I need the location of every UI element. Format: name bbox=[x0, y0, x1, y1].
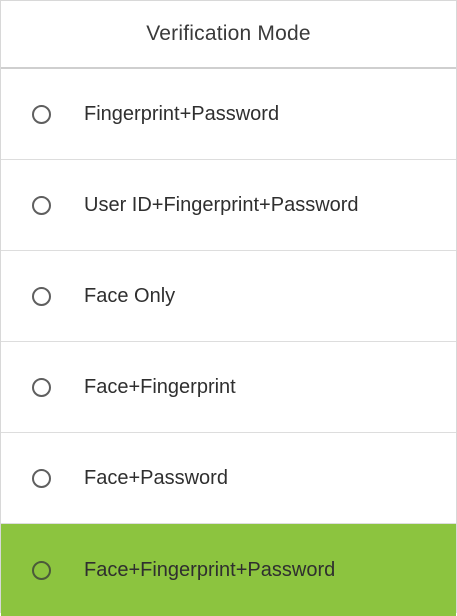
option-label: User ID+Fingerprint+Password bbox=[84, 193, 359, 216]
option-label: Face+Password bbox=[84, 466, 228, 489]
option-user-id-fingerprint-password[interactable]: User ID+Fingerprint+Password bbox=[1, 160, 456, 251]
option-label: Face Only bbox=[84, 284, 176, 307]
radio-circle-icon[interactable] bbox=[32, 468, 51, 488]
option-label: Fingerprint+Password bbox=[84, 102, 280, 125]
page-title: Verification Mode bbox=[146, 22, 311, 45]
option-label: Face+Fingerprint+Password bbox=[84, 558, 336, 581]
option-fingerprint-password[interactable]: Fingerprint+Password bbox=[1, 69, 456, 160]
radio-circle-icon[interactable] bbox=[32, 377, 51, 397]
radio-circle-icon[interactable] bbox=[32, 286, 51, 306]
option-face-fingerprint[interactable]: Face+Fingerprint bbox=[1, 342, 456, 433]
option-face-fingerprint-password[interactable]: Face+Fingerprint+Password bbox=[1, 524, 456, 616]
verification-mode-screen: Verification Mode Fingerprint+Password U… bbox=[0, 0, 457, 616]
option-face-only[interactable]: Face Only bbox=[1, 251, 456, 342]
radio-circle-icon[interactable] bbox=[32, 104, 51, 124]
option-face-password[interactable]: Face+Password bbox=[1, 433, 456, 524]
header-bar: Verification Mode bbox=[1, 1, 456, 69]
radio-circle-icon[interactable] bbox=[32, 195, 51, 215]
option-label: Face+Fingerprint bbox=[84, 375, 236, 398]
radio-circle-icon[interactable] bbox=[32, 560, 51, 580]
verification-mode-options: Fingerprint+Password User ID+Fingerprint… bbox=[1, 69, 456, 616]
